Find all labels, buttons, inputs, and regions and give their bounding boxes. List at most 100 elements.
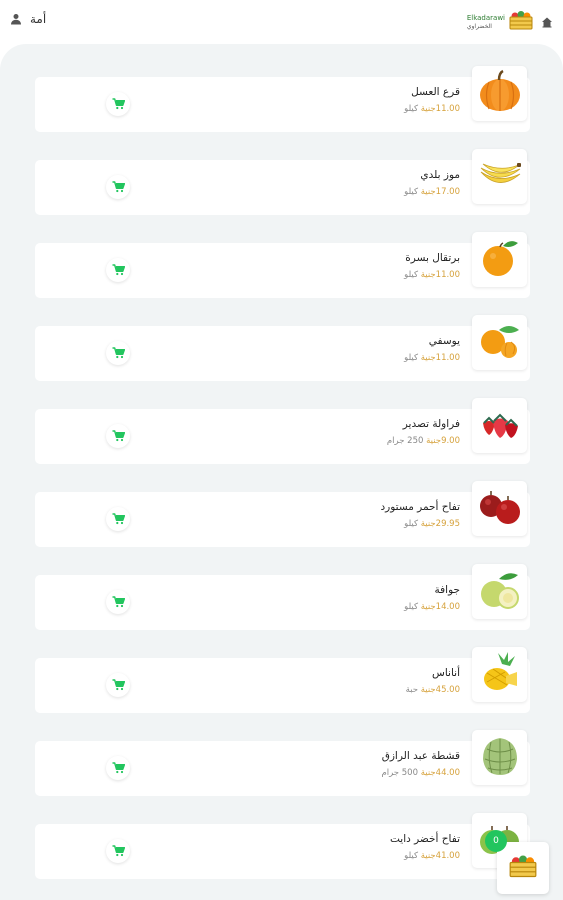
product-currency: جنية — [420, 104, 436, 114]
product-card[interactable]: تفاح أخضر دايت 41.00جنية كيلو — [35, 813, 530, 879]
pumpkin-icon — [477, 69, 523, 119]
product-price-line: 45.00جنية حبة — [406, 685, 460, 695]
product-name: فراولة تصدير — [402, 418, 460, 430]
product-list-panel: قرع العسل 11.00جنية كيلو موز بلدي 17.00ج… — [0, 44, 563, 900]
product-card[interactable]: فراولة تصدير 9.00جنية 250 جرام — [35, 398, 530, 464]
product-card[interactable]: قرع العسل 11.00جنية كيلو — [35, 66, 530, 132]
top-bar: أمة Elkadarawi الخضراوي — [0, 0, 563, 42]
product-unit: كيلو — [404, 851, 418, 861]
product-price: 45.00 — [435, 685, 460, 695]
product-price: 9.00 — [441, 436, 460, 446]
product-price-line: 29.95جنية كيلو — [381, 519, 460, 529]
cart-icon — [112, 261, 125, 280]
tangerine-icon — [477, 318, 523, 368]
product-unit: كيلو — [404, 187, 418, 197]
product-currency: جنية — [420, 768, 436, 778]
product-unit: كيلو — [404, 270, 418, 280]
product-price: 29.95 — [435, 519, 460, 529]
add-to-cart-button[interactable] — [106, 756, 130, 780]
product-currency: جنية — [420, 270, 436, 280]
product-image — [472, 398, 527, 453]
product-name: أناناس — [432, 667, 460, 679]
add-to-cart-button[interactable] — [106, 175, 130, 199]
product-unit: كيلو — [404, 602, 418, 612]
product-price-line: 41.00جنية كيلو — [390, 851, 460, 861]
product-card[interactable]: قشطة عبد الرازق 44.00جنية 500 جرام — [35, 730, 530, 796]
product-image — [472, 315, 527, 370]
product-image — [472, 481, 527, 536]
product-image — [472, 66, 527, 121]
product-currency: جنية — [426, 436, 442, 446]
product-price-line: 17.00جنية كيلو — [404, 187, 460, 197]
product-price: 14.00 — [435, 602, 460, 612]
product-card[interactable]: موز بلدي 17.00جنية كيلو — [35, 149, 530, 215]
product-card[interactable]: يوسفي 11.00جنية كيلو — [35, 315, 530, 381]
product-currency: جنية — [420, 685, 436, 695]
add-to-cart-button[interactable] — [106, 341, 130, 365]
cart-icon — [112, 344, 125, 363]
add-to-cart-button[interactable] — [106, 839, 130, 863]
cart-icon — [112, 842, 125, 861]
add-to-cart-button[interactable] — [106, 673, 130, 697]
product-currency: جنية — [420, 353, 436, 363]
product-price-line: 11.00جنية كيلو — [404, 104, 460, 114]
product-image — [472, 149, 527, 204]
product-unit: حبة — [405, 685, 418, 695]
product-image — [472, 647, 527, 702]
product-price: 17.00 — [435, 187, 460, 197]
product-unit: كيلو — [404, 104, 418, 114]
user-name: أمة — [30, 12, 47, 26]
product-card[interactable]: برتقال بسرة 11.00جنية كيلو — [35, 232, 530, 298]
product-unit: كيلو — [404, 519, 418, 529]
logo-text-ar: الخضراوي — [466, 22, 492, 30]
product-name: تفاح أخضر دايت — [389, 833, 460, 845]
add-to-cart-button[interactable] — [106, 507, 130, 531]
product-name: موز بلدي — [420, 169, 460, 181]
guava-icon — [477, 567, 523, 617]
strawberry-icon — [477, 401, 523, 451]
add-to-cart-button[interactable] — [106, 258, 130, 282]
orange-icon — [477, 235, 523, 285]
cart-icon — [112, 427, 125, 446]
add-to-cart-button[interactable] — [106, 92, 130, 116]
product-currency: جنية — [420, 602, 436, 612]
product-card[interactable]: تفاح أحمر مستورد 29.95جنية كيلو — [35, 481, 530, 547]
product-image — [472, 730, 527, 785]
product-name: جوافة — [434, 584, 460, 596]
logo-text-en: Elkadarawi — [466, 13, 505, 22]
product-price: 11.00 — [435, 270, 460, 280]
product-price: 41.00 — [435, 851, 460, 861]
product-price: 44.00 — [435, 768, 460, 778]
product-currency: جنية — [420, 851, 436, 861]
product-name: تفاح أحمر مستورد — [380, 501, 461, 513]
user-menu[interactable]: أمة — [10, 12, 46, 26]
cart-icon — [112, 676, 125, 695]
banana-icon — [477, 152, 523, 202]
user-icon — [10, 13, 22, 25]
product-price-line: 14.00جنية كيلو — [404, 602, 460, 612]
product-name: برتقال بسرة — [405, 252, 460, 264]
home-icon[interactable] — [541, 13, 553, 32]
product-card[interactable]: أناناس 45.00جنية حبة — [35, 647, 530, 713]
brand-logo[interactable]: Elkadarawi الخضراوي — [467, 10, 533, 34]
cart-icon — [112, 95, 125, 114]
product-price-line: 11.00جنية كيلو — [404, 353, 460, 363]
add-to-cart-button[interactable] — [106, 590, 130, 614]
add-to-cart-button[interactable] — [106, 424, 130, 448]
product-price: 11.00 — [435, 104, 460, 114]
product-unit: 250 جرام — [386, 436, 424, 446]
red-apple-icon — [477, 484, 523, 534]
product-currency: جنية — [420, 187, 436, 197]
cart-icon — [112, 178, 125, 197]
custard-apple-icon — [477, 733, 523, 783]
product-image — [472, 232, 527, 287]
cart-icon — [112, 510, 125, 529]
product-name: يوسفي — [428, 335, 460, 347]
product-name: قشطة عبد الرازق — [381, 750, 460, 762]
product-price-line: 44.00جنية 500 جرام — [381, 768, 460, 778]
cart-count-badge: 0 — [485, 830, 507, 852]
floating-cart-button[interactable]: 0 — [485, 830, 549, 894]
product-unit: كيلو — [404, 353, 418, 363]
crate-logo-icon — [509, 10, 533, 34]
product-card[interactable]: جوافة 14.00جنية كيلو — [35, 564, 530, 630]
